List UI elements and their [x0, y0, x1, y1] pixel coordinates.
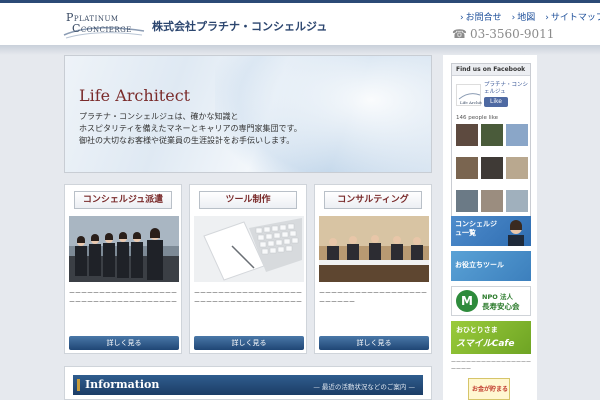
hero-line-1: プラチナ・コンシェルジュは、確かな知識と: [79, 112, 239, 121]
concierge-portrait-icon: [508, 220, 524, 246]
hero-line-2: ホスピタリティを備えたマネーとキャリアの専門家集団です。: [79, 124, 302, 133]
banner-npo[interactable]: M NPO 法人 長寿安心会: [451, 286, 531, 316]
fan-avatar[interactable]: [506, 157, 528, 179]
information-title: Information: [85, 378, 160, 391]
card-photo-keyboard: [194, 216, 304, 282]
fan-avatar[interactable]: [481, 157, 503, 179]
facebook-widget-header: Find us on Facebook: [452, 64, 530, 76]
npo-label: NPO 法人: [482, 293, 513, 301]
link-map[interactable]: 地図: [512, 10, 535, 23]
facebook-widget: Find us on Facebook Life Architect プラチナ・…: [451, 63, 531, 223]
card-more-button[interactable]: 詳しく見る: [194, 336, 304, 350]
card-title: コンサルティング: [324, 191, 422, 209]
npo-logo-icon: M: [456, 290, 478, 312]
banner-concierge-list[interactable]: コンシェルジュ一覧: [451, 216, 531, 246]
company-name: 株式会社プラチナ・コンシェルジュ: [152, 20, 328, 33]
service-card-concierge: コンシェルジュ派遣 ーーーーーーーーーーーーーーーーーーーーーーーーーーーーーー…: [64, 184, 182, 354]
logo[interactable]: PPLATINUM CCONCIERGE: [62, 9, 147, 39]
card-description: ーーーーーーーーーーーーーーーーーーーーーーーーーーーーーーーーーーーー: [69, 290, 178, 306]
site-header: PPLATINUM CCONCIERGE 株式会社プラチナ・コンシェルジュ お問…: [0, 3, 600, 45]
fan-avatar[interactable]: [506, 190, 528, 212]
logo-line2: CONCIERGE: [80, 26, 132, 34]
service-card-tools: ツール制作 ーーーーーーーーーーーーーーーーーーーーーーーーーーーーーーーーーー…: [189, 184, 307, 354]
hero-line-3: 御社の大切なお客様や従業員の生涯設計をお手伝いします。: [79, 136, 295, 145]
fan-avatar[interactable]: [456, 190, 478, 212]
facebook-like-count: 146 people like: [456, 115, 499, 121]
banner-label: お役立ちツール: [455, 261, 504, 269]
npo-name: 長寿安心会: [482, 302, 520, 311]
phone-number: ☎ 03-3560-9011: [452, 27, 554, 41]
cafe-line1: おひとりさま: [456, 326, 498, 334]
card-description: ーーーーーーーーーーーーーーーーーーーーーーーー: [319, 290, 428, 306]
banner-savings-label: お金が貯まる: [472, 386, 509, 393]
card-photo-team: [69, 216, 179, 282]
hero-title: Life Architect: [79, 86, 191, 105]
svg-text:Life Architect: Life Architect: [460, 100, 482, 105]
banner-useful-tools[interactable]: お役立ちツール: [451, 251, 531, 281]
card-more-button[interactable]: 詳しく見る: [69, 336, 179, 350]
facebook-fans-grid: [456, 124, 528, 220]
top-links: お問合せ地図サイトマップ: [460, 10, 600, 23]
service-card-consulting: コンサルティング ーーーーーーーーーーーーーーーーーーーーーーーー 詳しく見る: [314, 184, 432, 354]
facebook-like-button[interactable]: Like: [484, 97, 508, 107]
cafe-line2: スマイルCafe: [456, 339, 515, 349]
banner-label: コンシェルジュ一覧: [455, 220, 497, 237]
facebook-page-name[interactable]: プラチナ・コンシェルジュ: [484, 82, 528, 96]
phone-number-text: 03-3560-9011: [469, 27, 555, 41]
header-shadow-band: [0, 45, 600, 55]
card-title: コンシェルジュ派遣: [74, 191, 172, 209]
information-header: Information — 最近の活動状況などのご案内 —: [73, 375, 423, 395]
link-sitemap[interactable]: サイトマップ: [545, 10, 600, 23]
fan-avatar[interactable]: [481, 124, 503, 146]
card-photo-meeting: [319, 216, 429, 282]
banner-smile-cafe[interactable]: おひとりさま スマイルCafe: [451, 321, 531, 354]
fan-avatar[interactable]: [456, 157, 478, 179]
fan-avatar[interactable]: [481, 190, 503, 212]
hero-banner: Life Architect プラチナ・コンシェルジュは、確かな知識と ホスピタ…: [64, 55, 432, 173]
card-title: ツール制作: [199, 191, 297, 209]
fan-avatar[interactable]: [506, 124, 528, 146]
link-contact[interactable]: お問合せ: [460, 10, 502, 23]
sidebar: Find us on Facebook Life Architect プラチナ・…: [443, 55, 537, 400]
phone-icon: ☎: [452, 27, 467, 41]
facebook-page-logo[interactable]: Life Architect: [456, 84, 488, 106]
information-subtitle: — 最近の活動状況などのご案内 —: [313, 383, 415, 391]
information-section: Information — 最近の活動状況などのご案内 —: [64, 366, 432, 400]
card-more-button[interactable]: 詳しく見る: [319, 336, 429, 350]
banner-savings[interactable]: お金が貯まる: [468, 378, 510, 400]
fan-avatar[interactable]: [456, 124, 478, 146]
sidebar-note: ーーーーーーーーーーーーーーーーーーーー: [451, 360, 532, 373]
card-description: ーーーーーーーーーーーーーーーーーーーーーーーーーーーーーーーーーーーー: [194, 290, 303, 306]
hero-description: プラチナ・コンシェルジュは、確かな知識と ホスピタリティを備えたマネーとキャリア…: [79, 111, 302, 147]
